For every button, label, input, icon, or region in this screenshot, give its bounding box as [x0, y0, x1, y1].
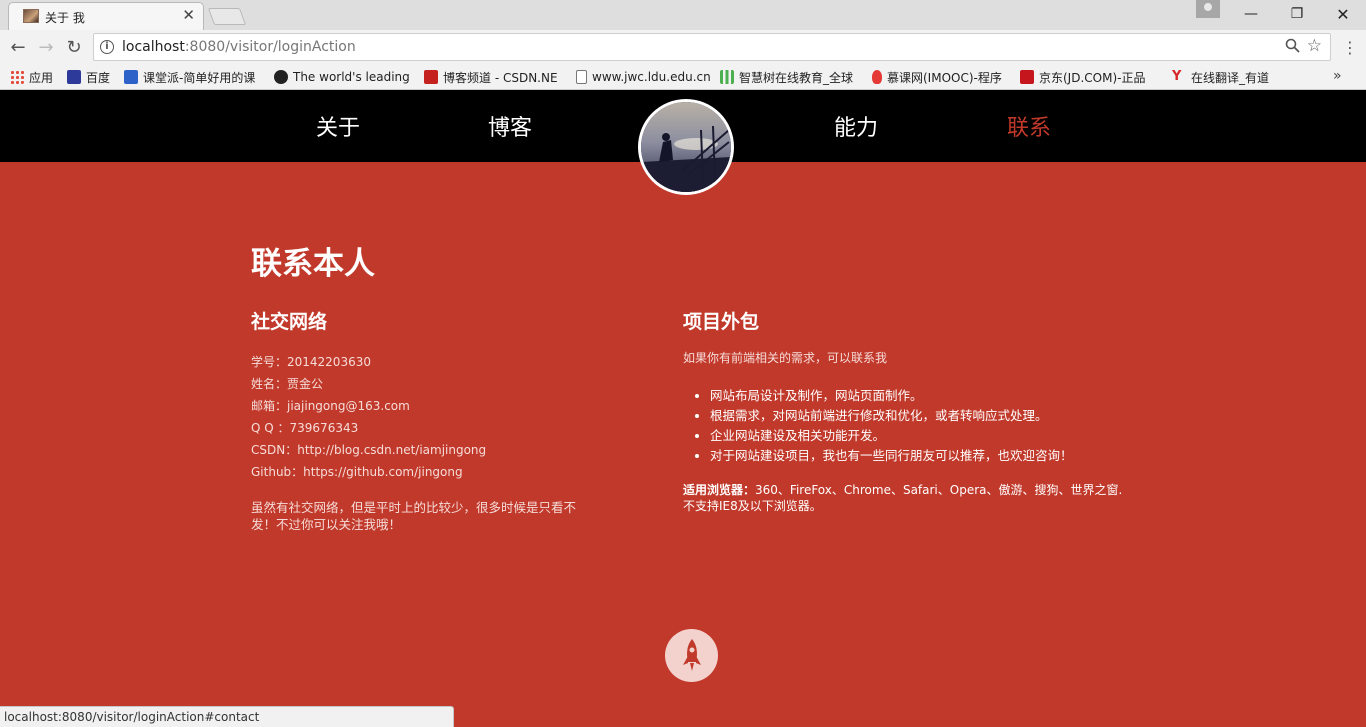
- github-line: Github：https://github.com/jingong: [251, 465, 463, 479]
- browser-toolbar: ← → ↻ i localhost:8080/visitor/loginActi…: [0, 30, 1366, 64]
- close-tab-icon[interactable]: ✕: [182, 6, 195, 24]
- site-info-icon[interactable]: i: [100, 40, 114, 54]
- nav-skills[interactable]: 能力: [834, 110, 878, 142]
- nav-contact[interactable]: 联系: [1007, 110, 1051, 142]
- avatar[interactable]: [638, 99, 734, 195]
- bookmark-star-icon[interactable]: ☆: [1307, 36, 1322, 56]
- bookmark-apps[interactable]: 应用: [10, 68, 53, 86]
- list-item: 网站布局设计及制作，网站页面制作。: [710, 386, 1073, 406]
- youdao-icon: Y: [1172, 69, 1182, 84]
- csdn-line: CSDN：http://blog.csdn.net/iamjingong: [251, 443, 487, 457]
- back-icon[interactable]: ←: [7, 36, 29, 58]
- tab-favicon-icon: [23, 9, 39, 23]
- bookmark-imooc[interactable]: 慕课网(IMOOC)-程序: [872, 68, 1008, 86]
- bookmark-zhihuishu[interactable]: 智慧树在线教育_全球: [720, 68, 858, 86]
- bookmark-ketangpai[interactable]: 课堂派-简单好用的课: [124, 68, 260, 86]
- status-bar: localhost:8080/visitor/loginAction#conta…: [0, 706, 454, 727]
- contact-section: 联系本人 社交网络 学号：20142203630 姓名：贾金公 邮箱：jiaji…: [0, 162, 1366, 727]
- zoom-icon[interactable]: [1285, 38, 1300, 57]
- profile-icon[interactable]: [1196, 0, 1220, 18]
- bookmark-baidu[interactable]: 百度: [67, 68, 110, 86]
- jd-icon: [1020, 70, 1034, 84]
- list-item: 根据需求，对网站前端进行修改和优化，或者转响应式处理。: [710, 406, 1073, 426]
- list-item: 对于网站建设项目，我也有一些同行朋友可以推荐，也欢迎咨询！: [710, 446, 1073, 466]
- browser-menu-icon[interactable]: ⋮: [1342, 38, 1358, 57]
- page-title: 联系本人: [251, 246, 375, 282]
- social-note: 虽然有社交网络，但是平时上的比较少，很多时候是只看不发！不过你可以关注我哦！: [251, 500, 577, 532]
- student-id-line: 学号：20142203630: [251, 355, 371, 369]
- nav-about[interactable]: 关于: [316, 110, 360, 142]
- window-close-icon[interactable]: ✕: [1320, 0, 1366, 28]
- browsers-label: 适用浏览器：: [683, 483, 756, 497]
- minimize-icon[interactable]: —: [1228, 0, 1274, 28]
- csdn-icon: [424, 70, 438, 84]
- browser-tab[interactable]: 关于 我 ✕: [8, 2, 204, 30]
- zhihuishu-icon: [720, 70, 734, 84]
- qq-line: Q Q ：739676343: [251, 421, 359, 435]
- rocket-icon: [682, 638, 701, 671]
- email-line: 邮箱：jiajingong@163.com: [251, 399, 410, 413]
- reload-icon[interactable]: ↻: [63, 36, 85, 58]
- social-heading: 社交网络: [251, 311, 328, 333]
- new-tab-button[interactable]: [207, 8, 247, 25]
- ketangpai-icon: [124, 70, 138, 84]
- project-intro: 如果你有前端相关的需求，可以联系我: [683, 351, 888, 365]
- nav-blog[interactable]: 博客: [488, 110, 532, 142]
- tab-title: 关于 我: [45, 11, 85, 25]
- back-to-top-button[interactable]: [665, 629, 718, 682]
- apps-grid-icon: [10, 70, 24, 84]
- project-heading: 项目外包: [683, 311, 760, 333]
- github-icon: [274, 70, 288, 84]
- supported-browsers: 适用浏览器：360、FireFox、Chrome、Safari、Opera、傲游…: [683, 482, 1123, 514]
- social-info-list: 学号：20142203630 姓名：贾金公 邮箱：jiajingong@163.…: [251, 351, 486, 483]
- project-services-list: 网站布局设计及制作，网站页面制作。 根据需求，对网站前端进行修改和优化，或者转响…: [710, 386, 1073, 466]
- bookmark-jwc[interactable]: www.jwc.ldu.edu.cn: [576, 68, 711, 86]
- forward-icon[interactable]: →: [35, 36, 57, 58]
- page-icon: [576, 70, 587, 84]
- name-line: 姓名：贾金公: [251, 377, 324, 391]
- address-bar[interactable]: i localhost:8080/visitor/loginAction ☆: [93, 33, 1331, 61]
- bookmarks-bar: 应用 百度 课堂派-简单好用的课 The world's leading 博客频…: [0, 64, 1366, 90]
- bookmark-jd[interactable]: 京东(JD.COM)-正品: [1020, 68, 1158, 86]
- bookmark-csdn[interactable]: 博客频道 - CSDN.NE: [424, 68, 562, 86]
- restore-icon[interactable]: ❐: [1274, 0, 1320, 28]
- more-bookmarks-icon[interactable]: »: [1333, 68, 1342, 84]
- bookmark-youdao[interactable]: Y 在线翻译_有道: [1172, 68, 1269, 86]
- baidu-paw-icon: [67, 70, 81, 84]
- list-item: 企业网站建设及相关功能开发。: [710, 426, 1073, 446]
- url-text[interactable]: localhost:8080/visitor/loginAction: [122, 39, 356, 55]
- flame-icon: [872, 70, 882, 84]
- avatar-photo-icon: [641, 102, 731, 192]
- bookmark-github[interactable]: The world's leading: [274, 68, 410, 86]
- browser-tabstrip: 关于 我 ✕ — ❐ ✕: [0, 0, 1366, 30]
